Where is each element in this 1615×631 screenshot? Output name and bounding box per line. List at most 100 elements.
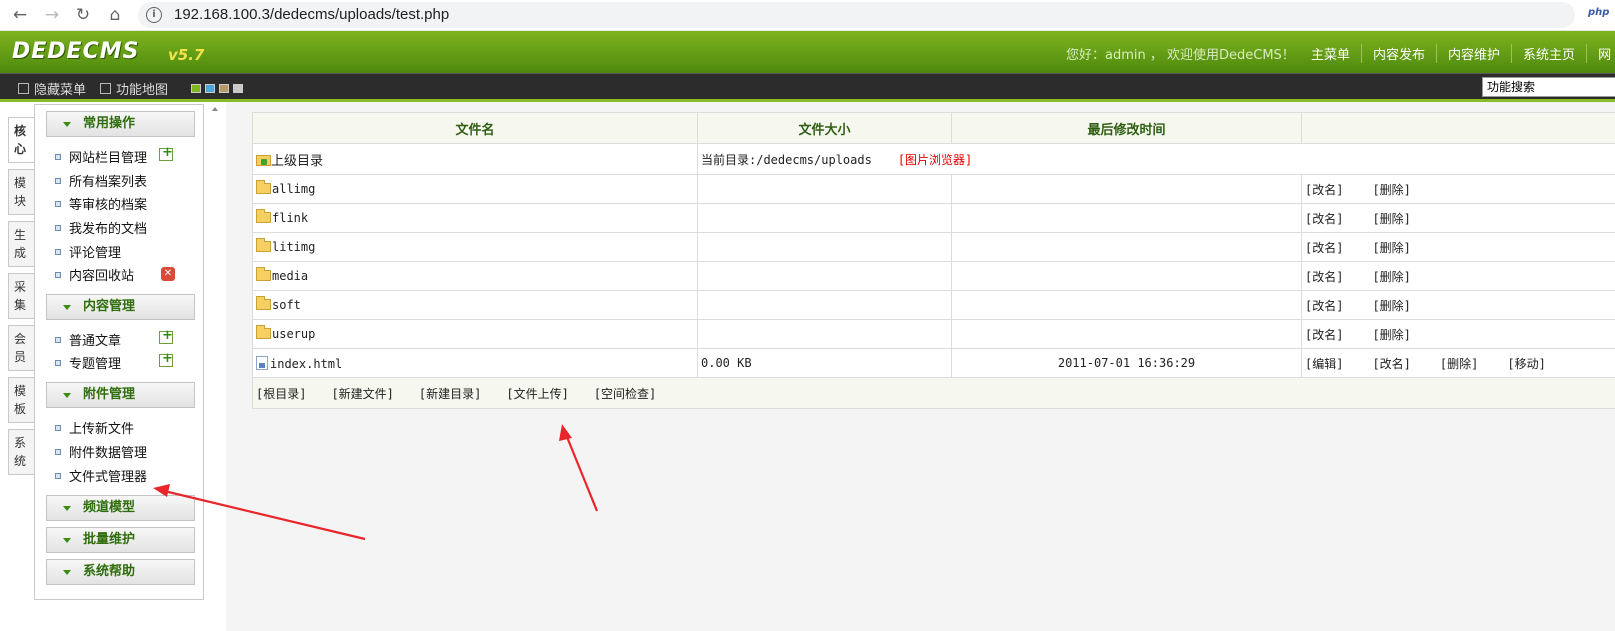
parent-dir-cell[interactable]: 上级目录 bbox=[252, 143, 698, 175]
group-channel-models[interactable]: 频道模型 bbox=[46, 495, 195, 521]
menu-item-label: 文件式管理器 bbox=[69, 470, 148, 485]
group-content-title: 内容管理 bbox=[83, 299, 136, 314]
root-dir-link[interactable]: [根目录] bbox=[256, 387, 306, 401]
rename-link[interactable]: [改名] bbox=[1305, 212, 1343, 226]
delete-link[interactable]: [删除] bbox=[1372, 241, 1410, 255]
delete-link[interactable]: [删除] bbox=[1440, 357, 1478, 371]
edit-link[interactable]: [编辑] bbox=[1305, 357, 1343, 371]
function-search-input[interactable]: 功能搜索 bbox=[1482, 77, 1615, 97]
menu-item-label: 普通文章 bbox=[69, 334, 122, 349]
menu-item-my-docs[interactable]: 我发布的文档 bbox=[55, 218, 147, 237]
tab-core[interactable]: 核心 bbox=[8, 117, 34, 163]
url-text[interactable]: 192.168.100.3/dedecms/uploads/test.php bbox=[174, 6, 449, 23]
menu-item-pending[interactable]: 等审核的档案 bbox=[55, 194, 147, 213]
skin-blue-swatch[interactable] bbox=[205, 84, 215, 93]
delete-link[interactable]: [删除] bbox=[1372, 212, 1410, 226]
delete-link[interactable]: [删除] bbox=[1372, 270, 1410, 284]
new-dir-link[interactable]: [新建目录] bbox=[419, 387, 481, 401]
group-content[interactable]: 内容管理 bbox=[46, 294, 195, 320]
folder-link[interactable]: litimg bbox=[272, 240, 315, 254]
folder-link[interactable]: media bbox=[272, 269, 308, 283]
image-browser-link[interactable]: [图片浏览器] bbox=[898, 153, 972, 167]
menu-item-file-manager[interactable]: 文件式管理器 bbox=[55, 466, 147, 485]
top-menu-publish[interactable]: 内容发布 bbox=[1361, 44, 1436, 63]
table-header-row: 文件名 文件大小 最后修改时间 操 bbox=[252, 112, 1615, 144]
menu-item-label: 专题管理 bbox=[69, 357, 122, 372]
tab-collect[interactable]: 采集 bbox=[8, 273, 34, 319]
menu-item-upload[interactable]: 上传新文件 bbox=[55, 418, 134, 437]
folder-link[interactable]: soft bbox=[272, 298, 301, 312]
html-file-icon bbox=[256, 355, 268, 370]
address-bar[interactable]: i 192.168.100.3/dedecms/uploads/test.php bbox=[138, 2, 1575, 28]
top-menu: 主菜单 内容发布 内容维护 系统主页 网 bbox=[1300, 44, 1615, 63]
cms-toolbar: 隐藏菜单 功能地图 功能搜索 bbox=[0, 73, 1615, 102]
collapse-icon bbox=[63, 538, 71, 543]
menu-item-categories[interactable]: 网站栏目管理 bbox=[55, 147, 147, 166]
group-help[interactable]: 系统帮助 bbox=[46, 559, 195, 585]
reload-icon[interactable]: ↻ bbox=[72, 4, 94, 26]
top-menu-maintain[interactable]: 内容维护 bbox=[1436, 44, 1511, 63]
folder-link[interactable]: allimg bbox=[272, 182, 315, 196]
file-table: 文件名 文件大小 最后修改时间 操 上级目录 当前目录:/dedecms/upl… bbox=[252, 112, 1615, 409]
group-attachments[interactable]: 附件管理 bbox=[46, 382, 195, 408]
site-info-icon[interactable]: i bbox=[146, 7, 162, 23]
folder-icon bbox=[256, 267, 271, 281]
table-row: media [改名] [删除] bbox=[252, 261, 1615, 291]
folder-link[interactable]: flink bbox=[272, 211, 308, 225]
empty-recycle-icon[interactable]: ✕ bbox=[161, 267, 175, 281]
folder-link[interactable]: userup bbox=[272, 327, 315, 341]
file-link[interactable]: index.html bbox=[270, 357, 342, 371]
top-menu-main[interactable]: 主菜单 bbox=[1300, 44, 1361, 63]
rename-link[interactable]: [改名] bbox=[1305, 270, 1343, 284]
forward-icon[interactable]: → bbox=[41, 4, 63, 26]
menu-item-recycle[interactable]: 内容回收站 bbox=[55, 265, 134, 284]
menu-item-articles[interactable]: 普通文章 bbox=[55, 330, 121, 349]
menu-item-topics[interactable]: 专题管理 bbox=[55, 353, 121, 372]
menu-item-all-archives[interactable]: 所有档案列表 bbox=[55, 171, 147, 190]
current-dir-cell: 当前目录:/dedecms/uploads [图片浏览器] bbox=[697, 143, 1615, 175]
menu-item-attachment-data[interactable]: 附件数据管理 bbox=[55, 442, 147, 461]
top-menu-home[interactable]: 系统主页 bbox=[1511, 44, 1586, 63]
menu-item-label: 网站栏目管理 bbox=[69, 151, 148, 166]
menu-item-label: 内容回收站 bbox=[69, 269, 135, 284]
rename-link[interactable]: [改名] bbox=[1305, 183, 1343, 197]
skin-brown-swatch[interactable] bbox=[219, 84, 229, 93]
function-map-button[interactable]: 功能地图 bbox=[100, 79, 168, 98]
rename-link[interactable]: [改名] bbox=[1372, 357, 1410, 371]
rename-link[interactable]: [改名] bbox=[1305, 299, 1343, 313]
tab-generate[interactable]: 生成 bbox=[8, 221, 34, 267]
space-check-link[interactable]: [空间检查] bbox=[594, 387, 656, 401]
rename-link[interactable]: [改名] bbox=[1305, 328, 1343, 342]
top-menu-site[interactable]: 网 bbox=[1586, 44, 1615, 63]
delete-link[interactable]: [删除] bbox=[1372, 299, 1410, 313]
new-file-link[interactable]: [新建文件] bbox=[331, 387, 393, 401]
rename-link[interactable]: [改名] bbox=[1305, 241, 1343, 255]
add-category-icon[interactable] bbox=[159, 145, 173, 161]
tab-templates[interactable]: 模板 bbox=[8, 377, 34, 423]
table-row: allimg [改名] [删除] bbox=[252, 174, 1615, 204]
parent-dir-link[interactable]: 上级目录 bbox=[271, 154, 323, 169]
collapse-icon bbox=[63, 305, 71, 310]
menu-item-comments[interactable]: 评论管理 bbox=[55, 242, 121, 261]
delete-link[interactable]: [删除] bbox=[1372, 183, 1410, 197]
skin-green-swatch[interactable] bbox=[191, 84, 201, 93]
move-link[interactable]: [移动] bbox=[1507, 357, 1545, 371]
group-batch[interactable]: 批量维护 bbox=[46, 527, 195, 553]
folder-icon bbox=[256, 180, 271, 194]
tab-members[interactable]: 会员 bbox=[8, 325, 34, 371]
collapse-icon bbox=[63, 506, 71, 511]
php-extension-icon[interactable]: php bbox=[1588, 7, 1609, 18]
delete-link[interactable]: [删除] bbox=[1372, 328, 1410, 342]
hide-menu-button[interactable]: 隐藏菜单 bbox=[18, 79, 86, 98]
group-common[interactable]: 常用操作 bbox=[46, 111, 195, 137]
scroll-up-icon[interactable] bbox=[212, 107, 218, 111]
add-article-icon[interactable] bbox=[159, 328, 173, 344]
tab-modules[interactable]: 模块 bbox=[8, 169, 34, 215]
frame-splitter[interactable] bbox=[204, 102, 226, 631]
home-icon[interactable]: ⌂ bbox=[104, 4, 126, 26]
back-icon[interactable]: ← bbox=[9, 4, 31, 26]
add-topic-icon[interactable] bbox=[159, 351, 173, 367]
skin-gray-swatch[interactable] bbox=[233, 84, 243, 93]
upload-file-link[interactable]: [文件上传] bbox=[506, 387, 568, 401]
tab-system[interactable]: 系统 bbox=[8, 429, 34, 475]
